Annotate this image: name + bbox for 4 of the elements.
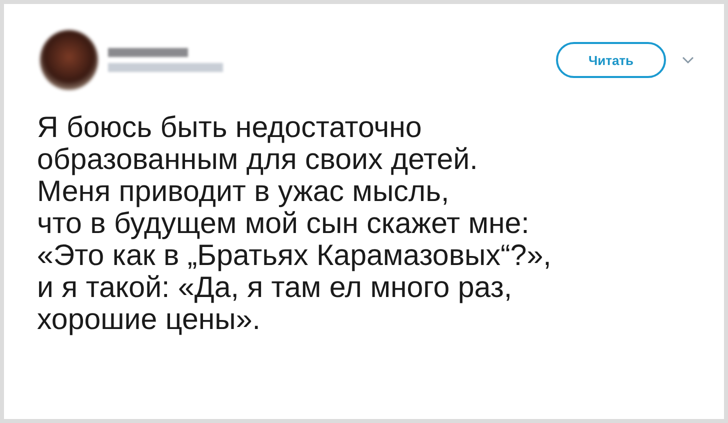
follow-button[interactable]: Читать	[556, 42, 666, 78]
avatar	[40, 30, 98, 90]
chevron-down-icon[interactable]	[682, 56, 694, 64]
tweet-text: Я боюсь быть недостаточно образованным для своих детей. Меня приводит в ужас мысль, что в будущем мой сын скажет мне: «Это как в „Братьях Карамазовых“?», и я такой: «Да, я там ел много раз, хорошие цены».	[37, 112, 552, 336]
